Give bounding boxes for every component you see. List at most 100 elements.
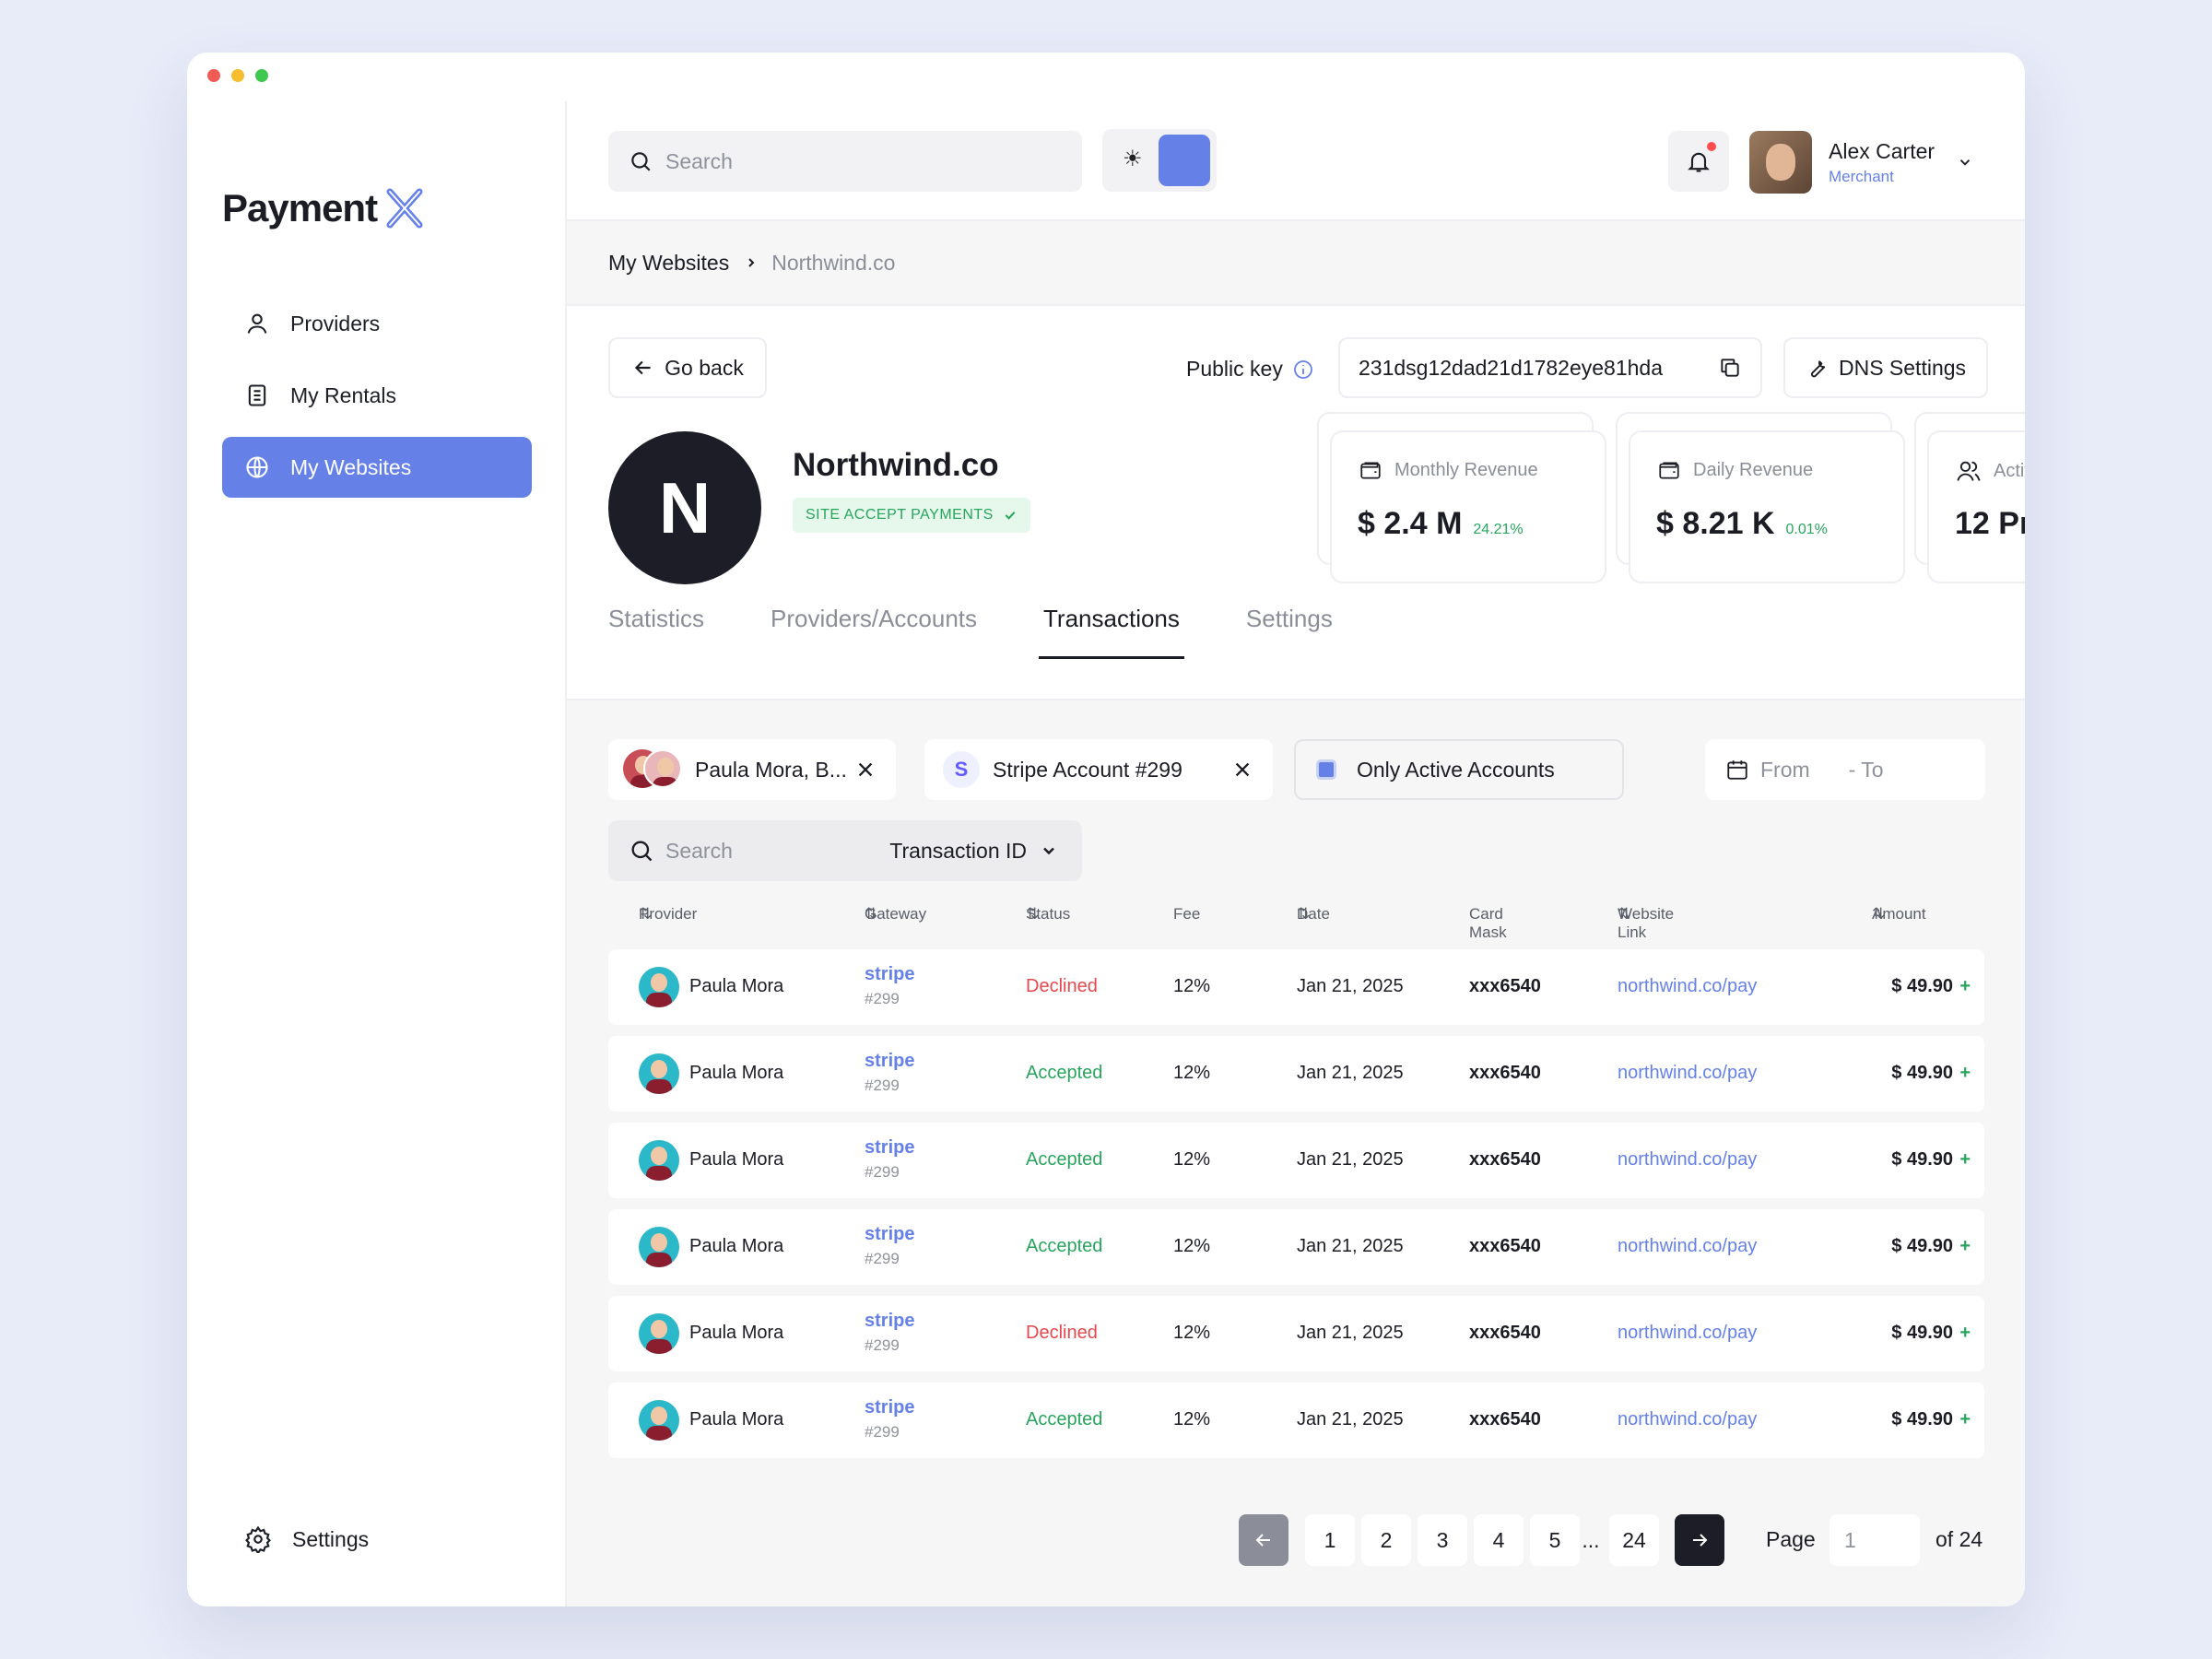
maximize-dot[interactable] [255,69,268,82]
page-button[interactable]: 24 [1609,1514,1659,1566]
notification-dot [1707,142,1716,151]
website-link[interactable]: northwind.co/pay [1618,976,1757,997]
website-link[interactable]: northwind.co/pay [1618,1149,1757,1171]
page-number-input[interactable]: 1 [1830,1514,1920,1566]
gateway-id: #299 [865,1163,900,1181]
close-icon[interactable] [1232,759,1253,780]
amount-sign: + [1959,1149,1971,1170]
sidebar-item-my-rentals[interactable]: My Rentals [222,365,532,426]
window-controls [207,69,268,82]
column-label: Card Mask [1469,905,1507,941]
dns-settings-button[interactable]: DNS Settings [1783,337,1988,398]
amount-sign: + [1959,976,1971,996]
user-role: Merchant [1829,167,1894,185]
user-menu[interactable]: Alex Carter Merchant [1749,131,1973,194]
fee-value: 12% [1173,1149,1211,1170]
notifications-button[interactable] [1668,131,1729,192]
copy-icon[interactable] [1718,356,1742,380]
page-button[interactable]: 4 [1474,1514,1524,1566]
table-row[interactable]: Paula Mora stripe #299 Declined 12% Jan 21, 2… [608,949,1984,1025]
table-row[interactable]: Paula Mora stripe #299 Accepted 12% Jan 21, 2… [608,1382,1984,1458]
amount-value: $ 49.90 [1891,1323,1953,1343]
only-active-accounts-toggle[interactable]: Only Active Accounts [1294,739,1624,800]
minimize-dot[interactable] [231,69,244,82]
amount-value: $ 49.90 [1891,1409,1953,1430]
table-row[interactable]: Paula Mora stripe #299 Declined 12% Jan 21, 2… [608,1296,1984,1371]
provider-name: Paula Mora [689,1323,784,1343]
gateway-name[interactable]: stripe [865,1051,914,1072]
page-button[interactable]: 1 [1305,1514,1355,1566]
table-row[interactable]: Paula Mora stripe #299 Accepted 12% Jan 21, 2… [608,1209,1984,1285]
page-button[interactable]: 5 [1530,1514,1580,1566]
checkbox[interactable] [1316,759,1336,780]
gateway-name[interactable]: stripe [865,1224,914,1245]
card-mask-value: xxx6540 [1469,1236,1541,1256]
transaction-search-input[interactable]: Search Transaction ID [608,820,1082,881]
go-back-button[interactable]: Go back [608,337,767,398]
gateway-name[interactable]: stripe [865,1397,914,1418]
chevron-down-icon [1959,159,1971,166]
website-link[interactable]: northwind.co/pay [1618,1409,1757,1430]
card-mask-value: xxx6540 [1469,976,1541,996]
website-link[interactable]: northwind.co/pay [1618,1063,1757,1084]
dns-settings-label: DNS Settings [1838,355,1967,380]
tab-settings[interactable]: Settings [1246,605,1333,653]
status-text: Accepted [1026,1409,1103,1430]
sidebar-item-my-websites[interactable]: My Websites [222,437,532,498]
provider-name: Paula Mora [689,976,784,996]
sort-icon: ⇅ [1618,905,1631,923]
search-icon [631,152,651,171]
previous-page-button[interactable] [1239,1514,1288,1566]
page-button[interactable]: 3 [1418,1514,1467,1566]
stat-card-daily-revenue: Daily Revenue $ 8.21 K 0.01% [1629,430,1905,583]
bell-icon [1688,152,1710,172]
site-logo-letter: N [658,466,712,548]
date-range-picker[interactable]: From - To [1705,739,1985,800]
fee-value: 12% [1173,1063,1211,1083]
sidebar: Payment Providers My Rentals My Websites… [187,101,567,1606]
providers-filter-chip[interactable]: Paula Mora, B... [608,739,896,800]
table-row[interactable]: Paula Mora stripe #299 Accepted 12% Jan 21, 2… [608,1036,1984,1112]
close-dot[interactable] [207,69,220,82]
sidebar-nav: Providers My Rentals My Websites [222,293,532,509]
website-link[interactable]: northwind.co/pay [1618,1323,1757,1344]
gateway-name[interactable]: stripe [865,964,914,985]
gear-icon [244,1525,272,1553]
tab-statistics[interactable]: Statistics [608,605,704,653]
next-page-button[interactable] [1675,1514,1724,1566]
site-header: Go back Public key 231dsg12dad21d1782eye… [567,306,2025,678]
sidebar-item-label: Providers [290,311,381,335]
breadcrumb-parent[interactable]: My Websites [608,251,729,276]
go-back-label: Go back [665,355,744,380]
sidebar-item-settings[interactable]: Settings [244,1525,369,1553]
avatar [639,1140,679,1181]
tab-transactions[interactable]: Transactions [1039,605,1184,659]
info-icon[interactable] [1292,359,1314,381]
sort-icon: ⇅ [1026,905,1040,923]
close-icon[interactable] [855,759,876,780]
stat-delta: 0.01% [1785,522,1828,537]
users-icon [1957,461,1981,481]
website-link[interactable]: northwind.co/pay [1618,1236,1757,1257]
page-button[interactable]: 2 [1361,1514,1411,1566]
table-row[interactable]: Paula Mora stripe #299 Accepted 12% Jan 21, 2… [608,1123,1984,1198]
brand-logo[interactable]: Payment [222,186,427,230]
gateway-id: #299 [865,990,900,1007]
gateway-name[interactable]: stripe [865,1311,914,1332]
search-by-dropdown[interactable]: Transaction ID [889,839,1058,864]
arrow-right-icon [1693,1534,1708,1547]
amount-value: $ 49.90 [1891,976,1953,996]
stat-value: $ 2.4 M [1358,506,1463,541]
public-key-label: Public key [1186,357,1314,382]
tab-providers-accounts[interactable]: Providers/Accounts [771,605,977,653]
user-icon [247,313,267,334]
theme-toggle[interactable]: ☀ [1102,129,1217,192]
sidebar-item-providers[interactable]: Providers [222,293,532,354]
theme-toggle-knob [1159,135,1210,186]
stripe-filter-chip[interactable]: S Stripe Account #299 [924,739,1273,800]
global-search-input[interactable]: Search [608,131,1082,192]
amount-sign: + [1959,1236,1971,1256]
column-label: Fee [1173,905,1201,923]
public-key-field[interactable]: 231dsg12dad21d1782eye81hda [1338,337,1762,398]
gateway-name[interactable]: stripe [865,1137,914,1159]
